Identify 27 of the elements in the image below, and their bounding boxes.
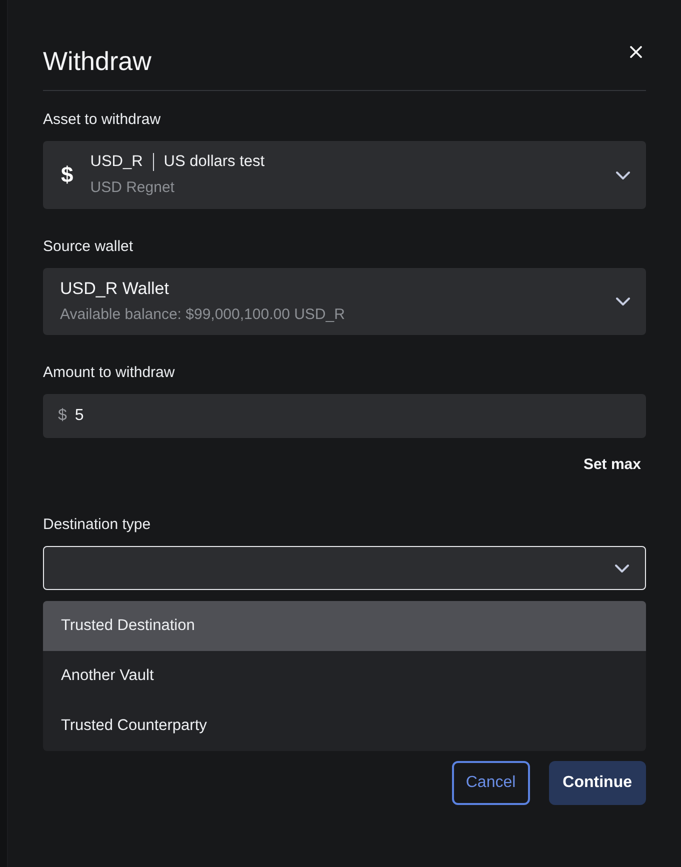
amount-field[interactable]: $ 5	[43, 394, 646, 438]
wallet-name: USD_R Wallet	[60, 278, 169, 300]
asset-network: USD Regnet	[90, 178, 174, 198]
close-button[interactable]	[630, 46, 642, 58]
set-max-link[interactable]: Set max	[583, 455, 641, 475]
field-label: Destination type	[43, 515, 151, 535]
dropdown-option[interactable]: Trusted Counterparty	[43, 701, 646, 751]
continue-button[interactable]: Continue	[548, 761, 646, 805]
chevron-down-icon	[615, 564, 629, 572]
dropdown-option[interactable]: Another Vault	[43, 651, 646, 701]
asset-select[interactable]: $ USD_R US dollars test USD Regnet	[43, 141, 646, 209]
asset-name: US dollars test	[164, 152, 265, 172]
dialog-title: Withdraw	[43, 45, 152, 78]
field-label: Source wallet	[43, 237, 134, 257]
dropdown-option[interactable]: Trusted Destination	[43, 601, 646, 651]
currency-symbol: $	[61, 164, 74, 186]
wallet-select[interactable]: USD_R Wallet Available balance: $99,000,100.00 USD_R	[43, 268, 646, 335]
chevron-down-icon	[616, 170, 630, 180]
destination-select[interactable]	[43, 546, 646, 590]
field-label: Asset to withdraw	[43, 110, 161, 130]
amount-value: 5	[74, 406, 84, 426]
field-label: Amount to withdraw	[43, 363, 175, 383]
asset-code: USD_R	[90, 152, 143, 172]
currency-prefix: $	[58, 406, 67, 426]
wallet-balance: Available balance: $99,000,100.00 USD_R	[60, 305, 345, 325]
cancel-button[interactable]: Cancel	[452, 761, 530, 805]
chevron-down-icon	[616, 297, 630, 306]
